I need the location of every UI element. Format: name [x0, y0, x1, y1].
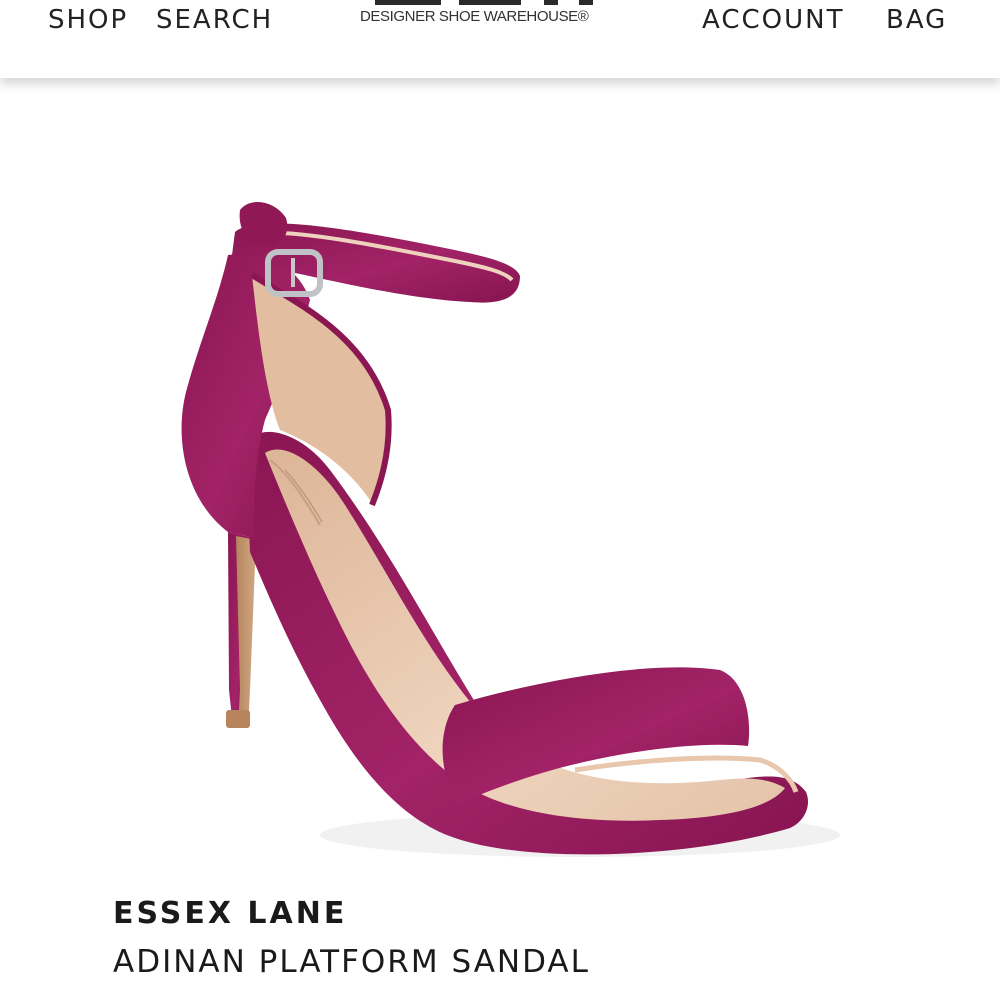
product-image[interactable]	[0, 80, 1000, 920]
nav-bag-link[interactable]: BAG	[886, 5, 947, 35]
nav-search-link[interactable]: SEARCH	[156, 5, 273, 35]
dsw-logo[interactable]: DESIGNER SHOE WAREHOUSE®	[360, 0, 610, 32]
nav-shop-link[interactable]: SHOP	[48, 5, 128, 35]
product-brand[interactable]: ESSEX LANE	[113, 896, 347, 931]
sandal-icon	[181, 202, 840, 857]
logo-tagline: DESIGNER SHOE WAREHOUSE®	[360, 8, 589, 25]
product-name[interactable]: ADINAN PLATFORM SANDAL	[113, 944, 590, 980]
dsw-logo-mark-icon	[375, 0, 593, 5]
nav-account-link[interactable]: ACCOUNT	[702, 5, 844, 35]
top-navigation-bar: SHOP SEARCH DESIGNER SHOE WAREHOUSE® ACC…	[0, 0, 1000, 78]
